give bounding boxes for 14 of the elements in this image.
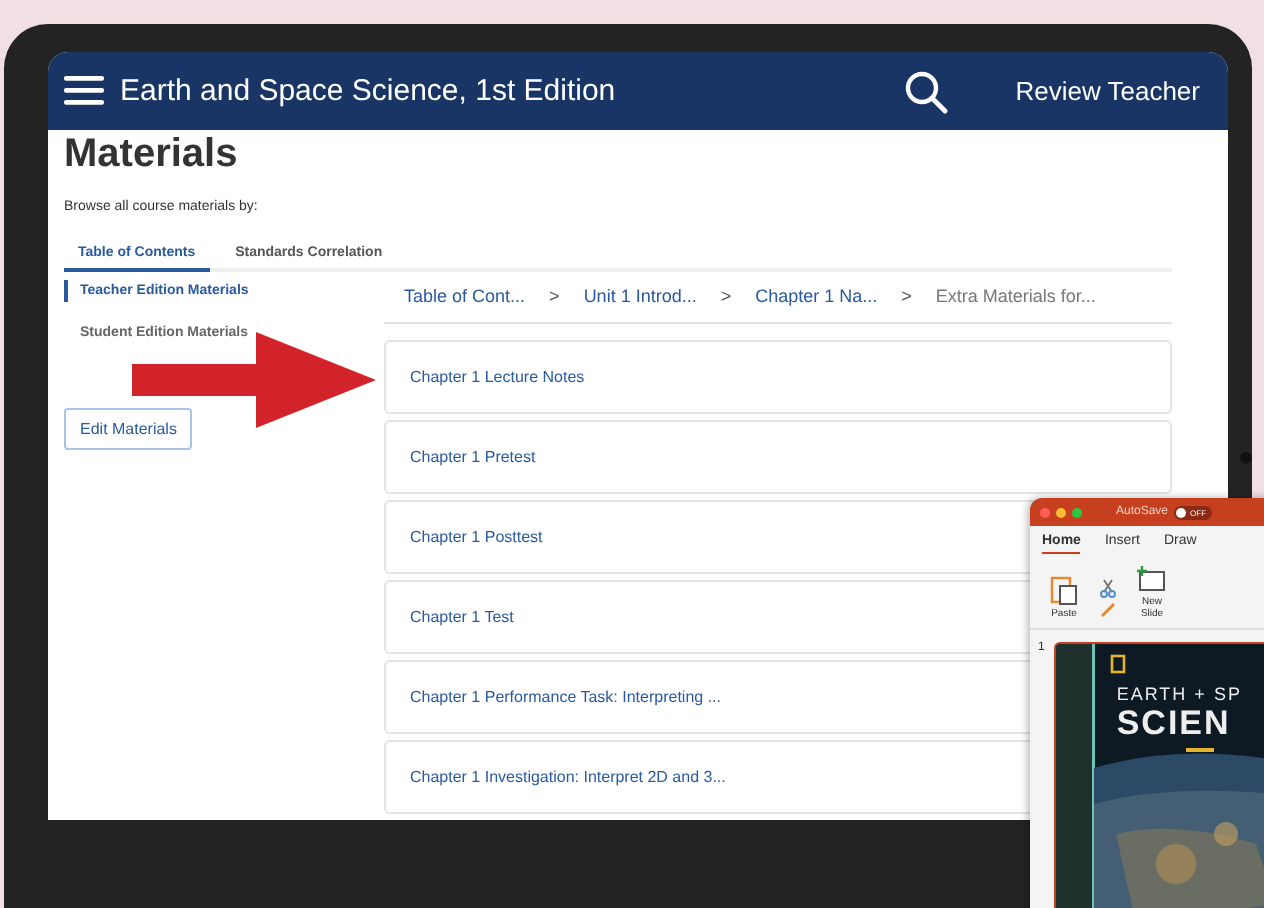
page-heading: Materials (64, 132, 240, 178)
course-title: Earth and Space Science, 1st Edition (120, 74, 618, 108)
material-link[interactable]: Chapter 1 Pretest (384, 420, 1172, 494)
user-name[interactable]: Review Teacher (1015, 76, 1200, 106)
breadcrumb-separator: > (549, 286, 560, 306)
slide-thumbnail[interactable]: EARTH + SP SCIEN (1054, 642, 1264, 908)
breadcrumb-separator: > (720, 286, 732, 306)
material-link[interactable]: Chapter 1 Lecture Notes (384, 340, 1172, 414)
edit-materials-button[interactable]: Edit Materials (64, 408, 193, 450)
breadcrumb-link[interactable]: Extra Materials for... (935, 286, 1096, 306)
breadcrumb-link[interactable]: Chapter 1 Na... (755, 286, 878, 306)
breadcrumb-separator: > (901, 286, 912, 306)
breadcrumb-link[interactable]: Table of Cont... (404, 286, 526, 306)
breadcrumb-link[interactable]: Unit 1 Introd... (583, 286, 697, 306)
